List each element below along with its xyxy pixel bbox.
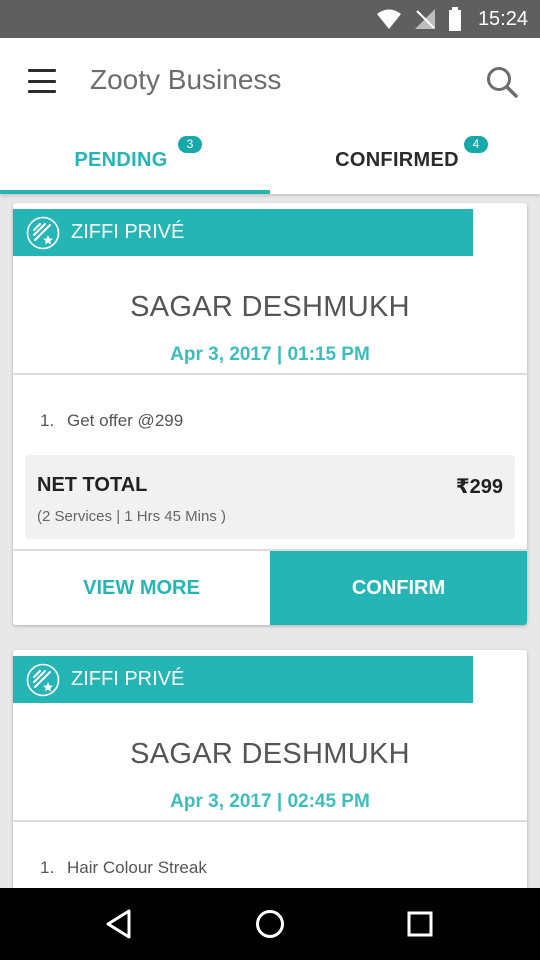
card-actions: VIEW MORE CONFIRM [13, 551, 527, 625]
net-total-label: NET TOTAL [37, 474, 148, 496]
service-number: 1. [40, 411, 55, 430]
back-icon[interactable] [102, 906, 138, 942]
app-bar: Zooty Business [0, 38, 540, 124]
confirm-button[interactable]: CONFIRM [270, 551, 527, 625]
ziffi-logo-icon [26, 663, 60, 697]
tab-bar: PENDING 3 CONFIRMED 4 [0, 124, 540, 194]
search-icon[interactable] [484, 64, 520, 100]
net-total-box: NET TOTAL ₹299 (2 Services | 1 Hrs 45 Mi… [25, 455, 515, 539]
net-total-details: (2 Services | 1 Hrs 45 Mins ) [37, 508, 226, 525]
status-icons: 15:24 [376, 0, 528, 38]
brand-name: ZIFFI PRIVÉ [71, 221, 185, 243]
service-item: 1. Get offer @299 [40, 411, 183, 431]
tab-pending[interactable]: PENDING 3 [0, 124, 270, 194]
divider [13, 373, 527, 375]
brand-name: ZIFFI PRIVÉ [71, 668, 185, 690]
ziffi-logo-icon [26, 216, 60, 250]
wifi-icon [376, 9, 401, 29]
booking-datetime: Apr 3, 2017 | 02:45 PM [170, 791, 370, 812]
tab-pending-label: PENDING [74, 149, 168, 171]
brand-banner: ZIFFI PRIVÉ [13, 209, 473, 256]
tab-pending-badge: 3 [178, 136, 202, 153]
service-name: Hair Colour Streak [67, 858, 207, 877]
menu-icon[interactable] [24, 65, 60, 97]
app-title: Zooty Business [90, 64, 282, 95]
view-more-button[interactable]: VIEW MORE [13, 551, 270, 625]
system-nav-bar [0, 888, 540, 960]
tab-confirmed-badge: 4 [464, 136, 488, 153]
customer-name: SAGAR DESHMUKH [130, 291, 410, 323]
no-signal-icon [414, 9, 435, 29]
recents-icon[interactable] [402, 906, 438, 942]
service-item: 1. Hair Colour Streak [40, 858, 207, 878]
status-bar: 15:24 [0, 0, 540, 38]
tab-confirmed-label: CONFIRMED [335, 149, 459, 171]
customer-name: SAGAR DESHMUKH [130, 738, 410, 770]
booking-list: ZIFFI PRIVÉ SAGAR DESHMUKH Apr 3, 2017 |… [0, 194, 540, 888]
brand-banner: ZIFFI PRIVÉ [13, 656, 473, 703]
divider [13, 820, 527, 822]
booking-datetime: Apr 3, 2017 | 01:15 PM [170, 344, 370, 365]
booking-card[interactable]: ZIFFI PRIVÉ SAGAR DESHMUKH Apr 3, 2017 |… [13, 203, 527, 625]
tab-confirmed[interactable]: CONFIRMED 4 [270, 124, 540, 194]
service-number: 1. [40, 858, 55, 877]
net-total-amount: ₹299 [455, 476, 503, 498]
clock: 15:24 [477, 7, 528, 30]
booking-card[interactable]: ZIFFI PRIVÉ SAGAR DESHMUKH Apr 3, 2017 |… [13, 650, 527, 888]
service-name: Get offer @299 [67, 411, 184, 430]
home-icon[interactable] [252, 906, 288, 942]
battery-icon [448, 7, 461, 31]
